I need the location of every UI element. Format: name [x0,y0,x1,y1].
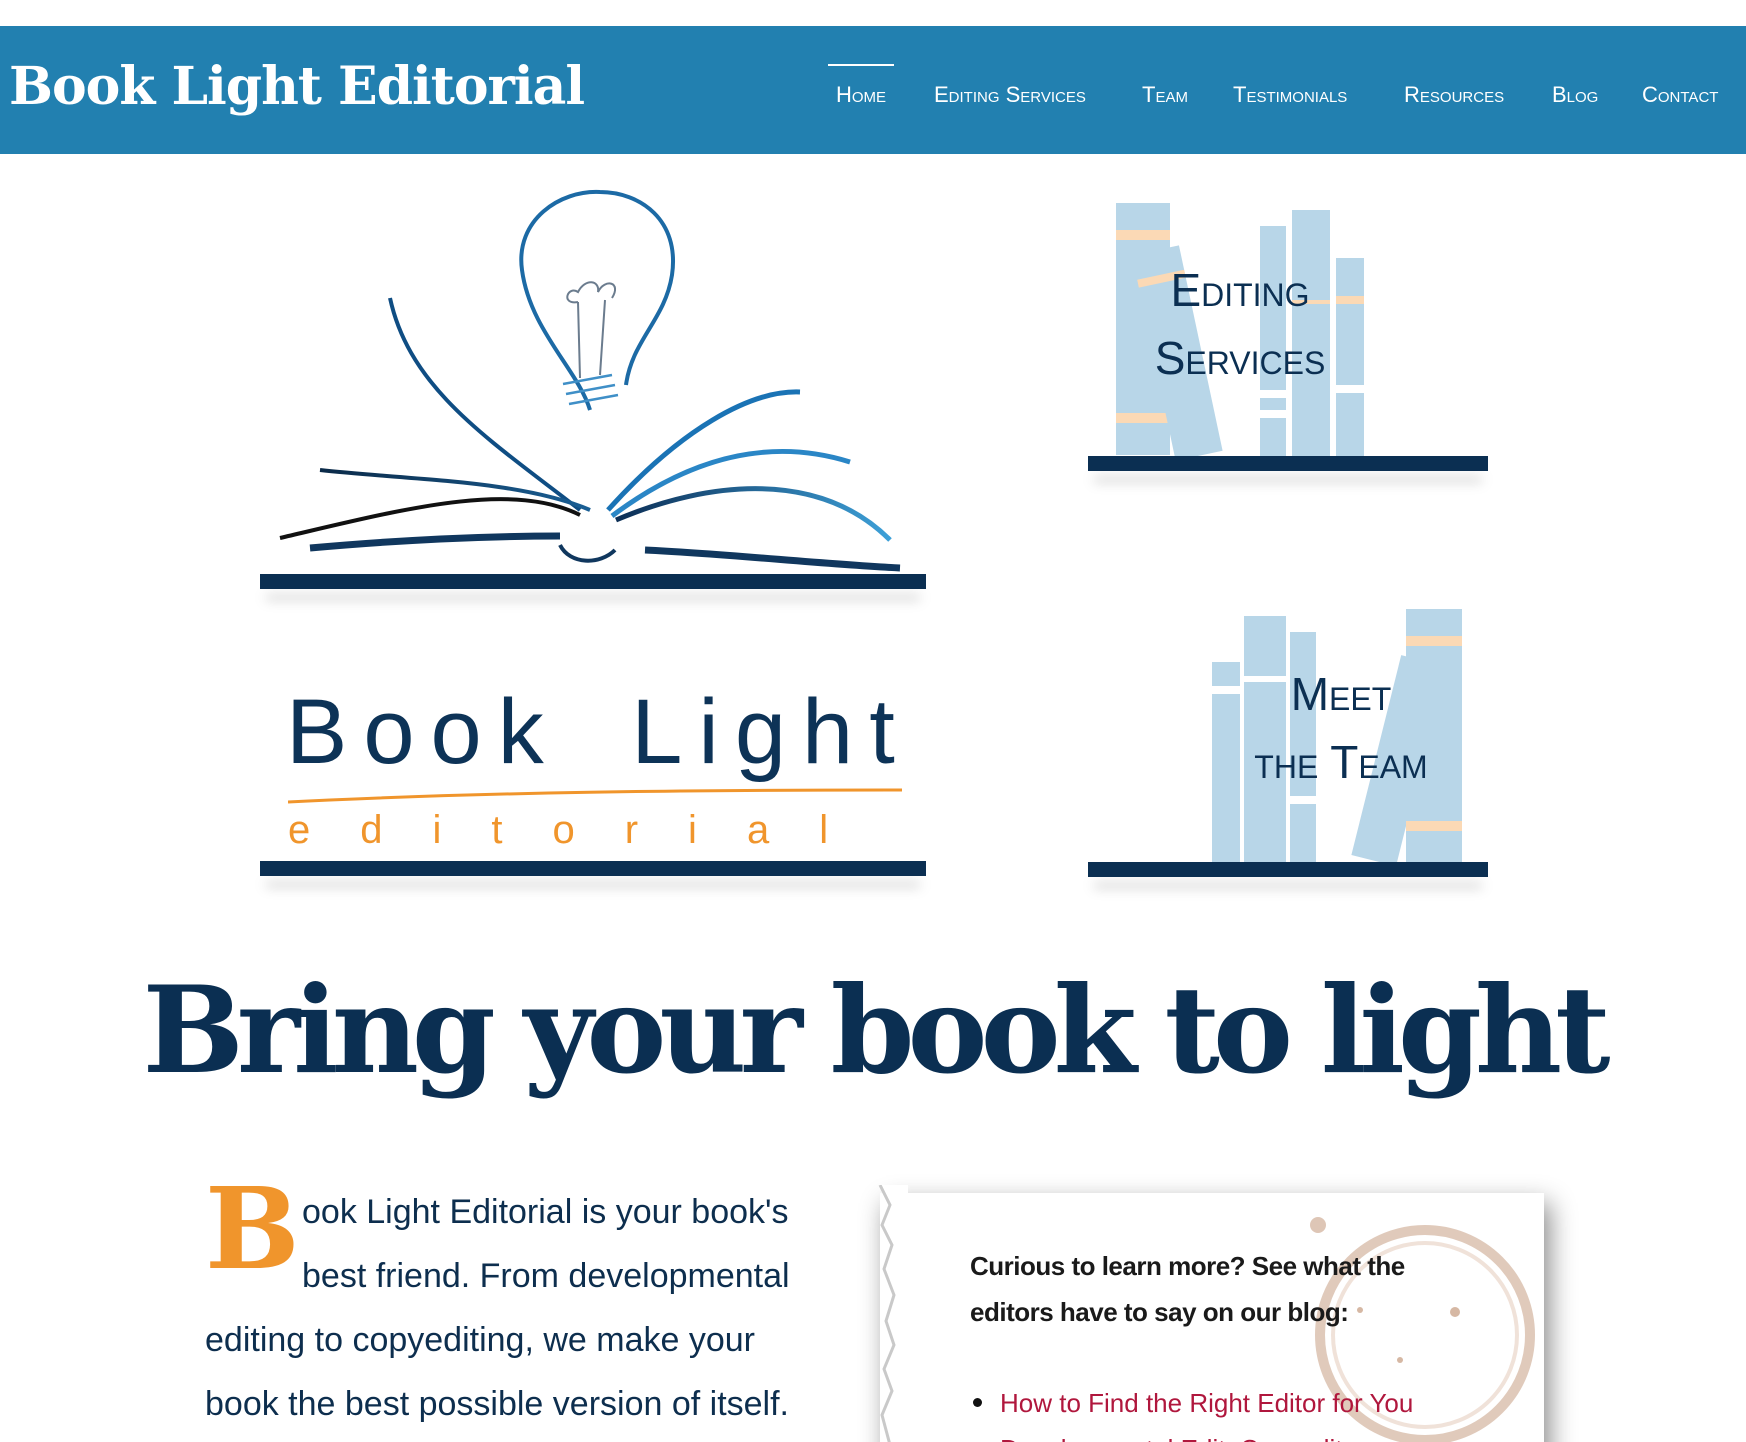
brand-swoosh-icon [288,788,902,804]
site-header: Book Light Editorial Home Editing Servic… [0,26,1746,154]
blog-link-right-editor[interactable]: How to Find the Right Editor for You [1000,1388,1413,1418]
list-item: How to Find the Right Editor for You [973,1380,1520,1426]
list-item: Developmental Edit, Copyedit, or [1000,1426,1520,1442]
brand-shelf [260,861,926,876]
card-heading: Curious to learn more? See what the edit… [970,1251,1405,1327]
brand-logo-word: Book Light [286,681,911,783]
lightbulb-book-icon [279,189,901,572]
main-nav: Home Editing Services Team Testimonials … [0,26,1746,154]
meet-team-line1[interactable]: Meet [1210,660,1472,728]
blog-link-list: How to Find the Right Editor for You Dev… [973,1380,1520,1442]
brand-logo-subtitle: editorial [288,808,879,852]
meet-team-link[interactable]: Meet the Team [1210,660,1472,796]
intro-line-1: ook Light Editorial is your book's [302,1193,789,1231]
page-headline: Bring your book to light [142,960,1610,1101]
nav-resources[interactable]: Resources [1404,82,1504,122]
intro-dropcap: B [205,1164,300,1295]
editing-services-link[interactable]: Editing Services [1110,256,1370,392]
team-shelf [1088,862,1488,877]
torn-paper-edge [878,1185,908,1442]
intro-line-4: book the best possible version of itself… [205,1385,789,1423]
services-shelf [1088,456,1488,471]
editing-services-line1[interactable]: Editing [1110,256,1370,324]
nav-testimonials[interactable]: Testimonials [1233,82,1347,122]
hero-shelf [260,574,926,589]
nav-team[interactable]: Team [1142,82,1188,122]
intro-line-2: best friend. From developmental [302,1257,790,1295]
nav-blog[interactable]: Blog [1552,82,1598,122]
nav-editing-services[interactable]: Editing Services [934,82,1086,122]
editing-services-line2[interactable]: Services [1110,324,1370,392]
meet-team-line2[interactable]: the Team [1210,728,1472,796]
blog-link-developmental-edit[interactable]: Developmental Edit, Copyedit, or [1000,1434,1380,1442]
nav-contact[interactable]: Contact [1642,82,1718,122]
nav-home[interactable]: Home [827,64,895,122]
intro-line-3: editing to copyediting, we make your [205,1321,755,1359]
